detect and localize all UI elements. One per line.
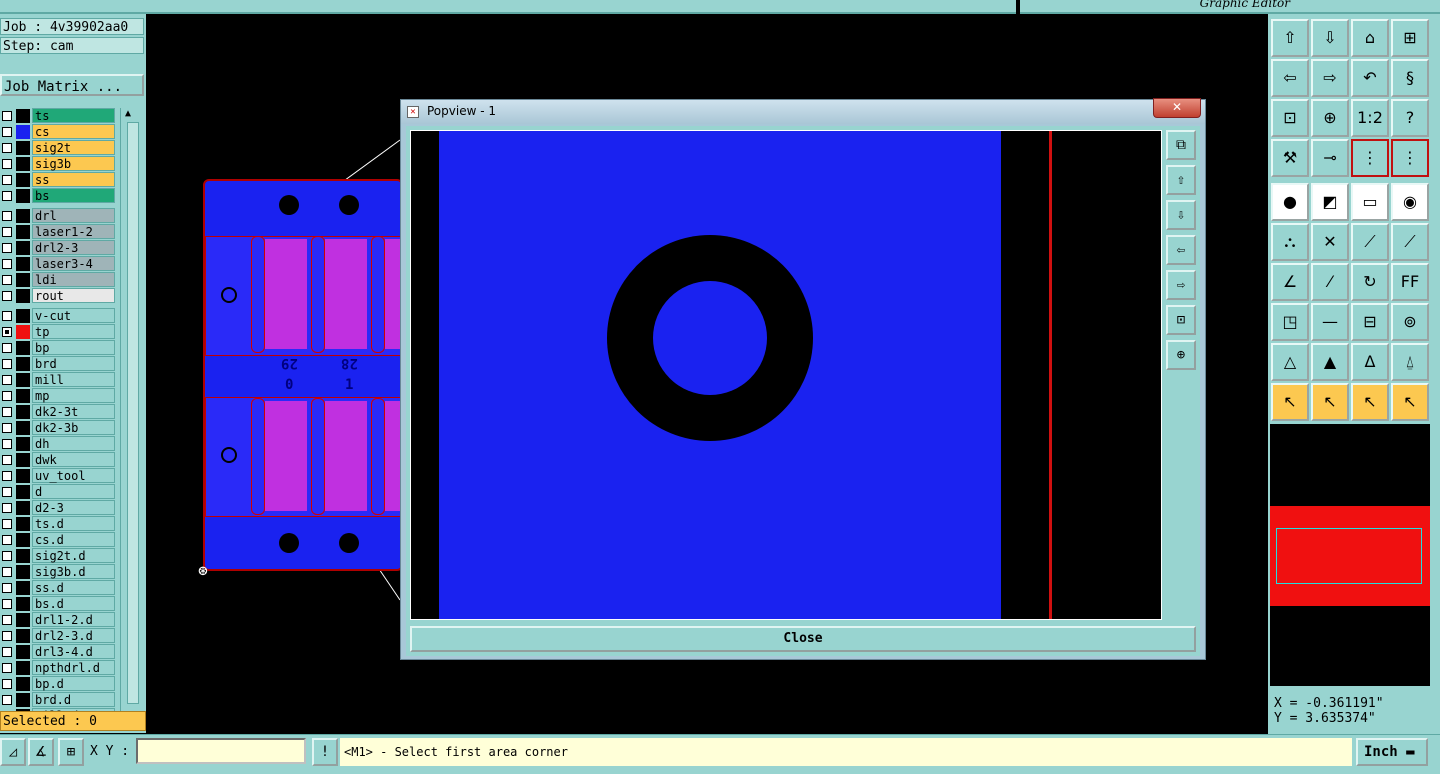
pcb-circuit <box>385 401 401 511</box>
ruler-icon[interactable]: ▭ <box>1351 183 1389 221</box>
cursor-icon[interactable]: ↖ <box>1271 383 1309 421</box>
pan-left-icon[interactable]: ⇦ <box>1166 235 1196 265</box>
pcb-circuit <box>325 239 367 349</box>
pan-up-icon[interactable]: ⇧ <box>1166 165 1196 195</box>
pad-hole <box>653 281 767 395</box>
undo-view-icon[interactable]: ↶ <box>1351 59 1389 97</box>
pcb-slot <box>251 398 265 515</box>
angle-icon[interactable]: ∠ <box>1271 263 1309 301</box>
popview-side-toolbar: ⧉ ⇧ ⇩ ⇦ ⇨ ⊡ ⊕ <box>1166 130 1198 372</box>
ratio-icon[interactable]: 1:2 <box>1351 99 1389 137</box>
cursor-box-2-icon[interactable]: ↖ <box>1351 383 1389 421</box>
overview-minimap[interactable] <box>1270 424 1430 686</box>
xy-label: X Y : <box>90 744 130 759</box>
help-icon[interactable]: ? <box>1391 99 1429 137</box>
pcb-slot <box>371 398 385 515</box>
pan-right-icon[interactable]: ⇨ <box>1166 270 1196 300</box>
cursor-coordinates: X = -0.361191" Y = 3.635374" <box>1270 690 1432 732</box>
cross-icon[interactable]: ✕ <box>1311 223 1349 261</box>
net-b-icon[interactable]: ⋮ <box>1391 139 1429 177</box>
pcb-hole <box>339 195 359 215</box>
pcb-label: 1 <box>345 377 354 393</box>
pcb-label: 0 <box>285 377 294 393</box>
zoom-home-icon[interactable]: ⧉ <box>1166 130 1196 160</box>
origin-crosshair-icon: ⊛ <box>198 561 208 580</box>
minimap-viewport[interactable] <box>1276 528 1422 584</box>
zoom-in-icon[interactable]: ⊡ <box>1166 305 1196 335</box>
flip-icon[interactable]: FF <box>1391 263 1429 301</box>
unit-select[interactable]: Inch ▬ <box>1356 738 1428 766</box>
pcb-fiducial <box>221 447 237 463</box>
pad-ring <box>607 235 813 441</box>
pcb-board[interactable]: 29 28 0 1 <box>203 179 403 571</box>
circles-icon[interactable]: ⊚ <box>1391 303 1429 341</box>
popview-title: Popview - 1 <box>427 104 496 118</box>
slash-dot-icon[interactable]: ⟋ <box>1351 223 1389 261</box>
triangle-b-icon[interactable]: ▲ <box>1311 343 1349 381</box>
rotate-icon[interactable]: ↻ <box>1351 263 1389 301</box>
s-shape-icon[interactable]: § <box>1391 59 1429 97</box>
pcb-label: 28 <box>341 355 358 371</box>
pad-dashed-icon[interactable]: ◉ <box>1391 183 1429 221</box>
corner-icon[interactable]: ◳ <box>1271 303 1309 341</box>
home-icon[interactable]: ⌂ <box>1351 19 1389 57</box>
popview-canvas[interactable] <box>410 130 1162 620</box>
triangle-c-icon[interactable]: Δ <box>1351 343 1389 381</box>
pcb-circuit <box>385 239 401 349</box>
zoom-box-icon[interactable]: ⊕ <box>1311 99 1349 137</box>
cursor-net-icon[interactable]: ↖ <box>1391 383 1429 421</box>
slash-icon[interactable]: ⁄ <box>1311 263 1349 301</box>
command-bar: ◿ ∡ ⊞ X Y : ! <M1> - Select first area c… <box>0 734 1440 774</box>
line-select-icon[interactable]: ◩ <box>1311 183 1349 221</box>
split-view-icon[interactable]: ⊞ <box>1391 19 1429 57</box>
pan-down-icon[interactable]: ⇩ <box>1166 200 1196 230</box>
pcb-circuit <box>265 401 307 511</box>
triangle-d-icon[interactable]: ⍙ <box>1391 343 1429 381</box>
pcb-fiducial <box>221 287 237 303</box>
popview-window: ✕ Popview - 1 ✕ ⧉ ⇧ ⇩ ⇦ ⇨ ⊡ ⊕ Close <box>400 98 1206 660</box>
pcb-hole <box>339 533 359 553</box>
zoom-out-icon[interactable]: ⊕ <box>1166 340 1196 370</box>
down-arrow-icon[interactable]: ⇩ <box>1311 19 1349 57</box>
pcb-slot <box>371 236 385 353</box>
popview-body: ⧉ ⇧ ⇩ ⇦ ⇨ ⊡ ⊕ Close <box>406 126 1200 656</box>
slash-dot-2-icon[interactable]: ⟋ <box>1391 223 1429 261</box>
window-app-icon: ✕ <box>407 106 419 118</box>
pad-select-icon[interactable]: ● <box>1271 183 1309 221</box>
pcb-slot <box>311 398 325 515</box>
triangle-a-icon[interactable]: △ <box>1271 343 1309 381</box>
status-message: <M1> - Select first area corner <box>340 738 1352 766</box>
xy-input[interactable] <box>136 738 306 764</box>
dash-icon[interactable]: — <box>1311 303 1349 341</box>
pcb-slot <box>251 236 265 353</box>
popview-titlebar[interactable]: ✕ Popview - 1 ✕ <box>401 98 1205 124</box>
pcb-hole <box>279 533 299 553</box>
pcb-slot <box>311 236 325 353</box>
net-a-icon[interactable]: ⋮ <box>1351 139 1389 177</box>
close-button[interactable]: Close <box>410 626 1196 652</box>
alert-button[interactable]: ! <box>312 738 338 766</box>
cursor-box-icon[interactable]: ↖ <box>1311 383 1349 421</box>
close-icon[interactable]: ✕ <box>1153 98 1201 118</box>
coord-y: Y = 3.635374" <box>1274 711 1376 726</box>
wrench-icon[interactable]: ⚒ <box>1271 139 1309 177</box>
board-outline-line <box>1049 131 1052 619</box>
node-icon[interactable]: ⛬ <box>1271 223 1309 261</box>
up-arrow-icon[interactable]: ⇧ <box>1271 19 1309 57</box>
angle-snap-icon[interactable]: ∡ <box>28 738 54 766</box>
snap-icon[interactable]: ◿ <box>0 738 26 766</box>
probe-icon[interactable]: ⊸ <box>1311 139 1349 177</box>
pcb-label: 29 <box>281 355 298 371</box>
grid-icon[interactable]: ⊞ <box>58 738 84 766</box>
pcb-hole <box>279 195 299 215</box>
coord-x: X = -0.361191" <box>1274 696 1384 711</box>
fit-view-icon[interactable]: ⊡ <box>1271 99 1309 137</box>
right-arrow-icon[interactable]: ⇨ <box>1311 59 1349 97</box>
pcb-circuit <box>265 239 307 349</box>
measure-icon[interactable]: ⊟ <box>1351 303 1389 341</box>
pcb-circuit <box>325 401 367 511</box>
left-arrow-icon[interactable]: ⇦ <box>1271 59 1309 97</box>
